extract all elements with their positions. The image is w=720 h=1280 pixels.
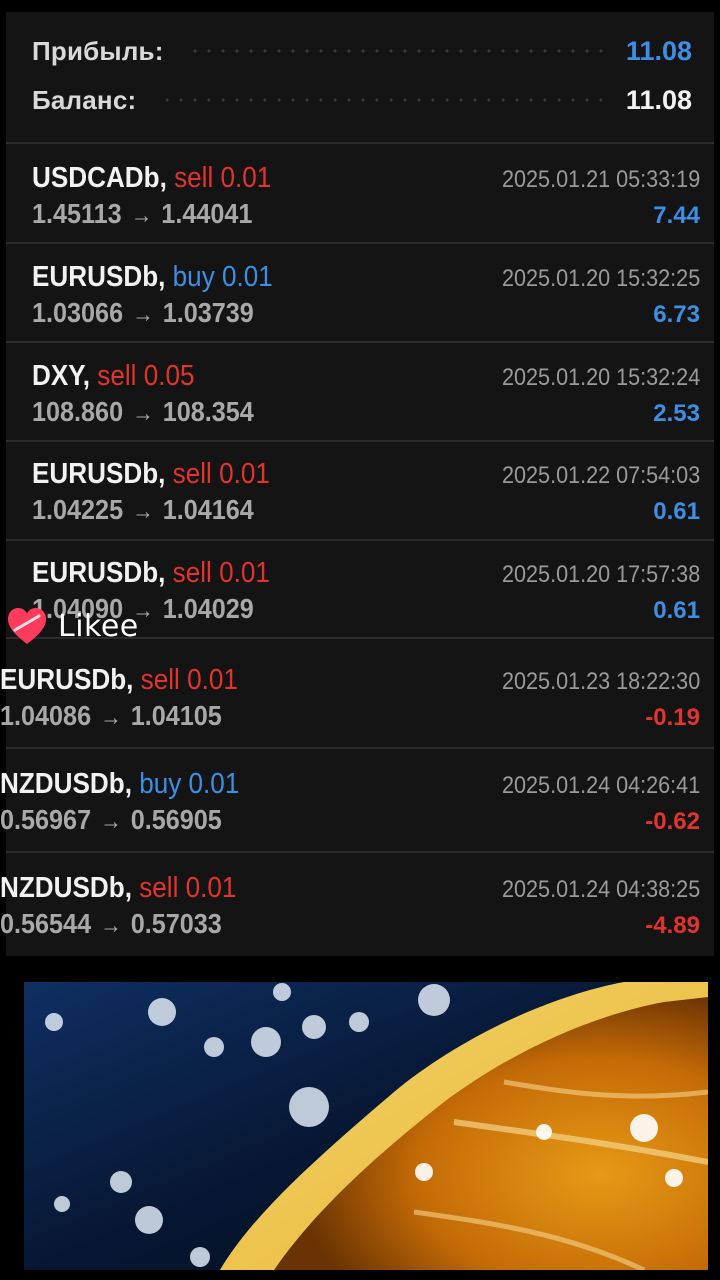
trade-history-screen: Прибыль: 11.08 Баланс: 11.08 USDCADb, se… — [0, 0, 720, 1280]
row-divider — [6, 851, 714, 853]
arrow-right-icon: → — [132, 400, 154, 427]
trade-type: sell 0.01 — [140, 664, 238, 696]
trade-symbol: USDCADb, — [32, 162, 167, 194]
trade-prices: 0.56967 → 0.56905 — [0, 804, 222, 836]
trade-symbol: DXY, — [32, 360, 91, 392]
profit-row: Прибыль: 11.08 — [32, 29, 692, 73]
trade-prices: 0.56544 → 0.57033 — [0, 908, 222, 940]
trade-type: sell 0.05 — [97, 360, 195, 392]
row-divider — [6, 242, 714, 244]
trade-prices: 1.45113 → 1.44041 — [32, 198, 252, 230]
trade-profit: -0.62 — [645, 808, 700, 835]
history-panel: Прибыль: 11.08 Баланс: 11.08 USDCADb, se… — [0, 12, 714, 956]
heart-logo-icon — [6, 606, 48, 646]
balance-row: Баланс: 11.08 — [32, 78, 692, 122]
trade-symbol: EURUSDb, — [32, 458, 166, 490]
likee-watermark: Likee — [6, 606, 139, 646]
open-price: 1.45113 — [32, 198, 122, 229]
arrow-right-icon: → — [132, 498, 154, 525]
trade-symbol-line: EURUSDb, sell 0.01 — [32, 557, 270, 590]
close-price: 0.57033 — [130, 908, 222, 939]
row-divider — [6, 440, 714, 442]
arrow-right-icon: → — [100, 704, 122, 731]
trade-profit: 7.44 — [653, 202, 700, 229]
trade-symbol: NZDUSDb, — [0, 768, 132, 800]
open-price: 1.04225 — [32, 494, 124, 525]
orange-slice-image — [24, 982, 708, 1270]
trade-time: 2025.01.20 17:57:38 — [501, 561, 700, 588]
trade-type: sell 0.01 — [172, 557, 270, 589]
trade-time: 2025.01.21 05:33:19 — [501, 166, 700, 193]
trade-time: 2025.01.22 07:54:03 — [501, 462, 700, 489]
profit-leader-dots — [187, 49, 608, 53]
close-price: 1.03739 — [162, 297, 254, 328]
row-divider — [6, 341, 714, 343]
trade-prices: 1.03066 → 1.03739 — [32, 297, 254, 329]
arrow-right-icon: → — [100, 808, 122, 835]
trade-time: 2025.01.23 18:22:30 — [501, 668, 700, 695]
trade-symbol-line: DXY, sell 0.05 — [32, 360, 195, 393]
trade-profit: 0.61 — [653, 498, 700, 525]
trade-type: buy 0.01 — [172, 261, 273, 293]
trade-symbol-line: NZDUSDb, sell 0.01 — [0, 872, 236, 905]
close-price: 0.56905 — [130, 804, 222, 835]
trade-type: buy 0.01 — [139, 768, 240, 800]
trade-symbol: EURUSDb, — [32, 557, 166, 589]
summary-divider — [6, 142, 714, 144]
trade-profit: -4.89 — [645, 912, 700, 939]
trade-prices: 108.860 → 108.354 — [32, 396, 254, 428]
trade-symbol: EURUSDb, — [32, 261, 166, 293]
trade-type: sell 0.01 — [174, 162, 272, 194]
trade-type: sell 0.01 — [139, 872, 237, 904]
arrow-right-icon: → — [132, 301, 154, 328]
close-price: 1.44041 — [161, 198, 253, 229]
row-divider — [6, 539, 714, 541]
trade-profit: -0.19 — [645, 704, 700, 731]
trade-time: 2025.01.24 04:38:25 — [501, 876, 700, 903]
open-price: 1.03066 — [32, 297, 124, 328]
profit-label: Прибыль: — [32, 35, 164, 66]
close-price: 1.04029 — [162, 593, 254, 624]
close-price: 1.04105 — [130, 700, 222, 731]
trade-symbol: NZDUSDb, — [0, 872, 132, 904]
trade-time: 2025.01.24 04:26:41 — [501, 772, 700, 799]
close-price: 108.354 — [162, 396, 254, 427]
trade-time: 2025.01.20 15:32:24 — [501, 364, 700, 391]
arrow-right-icon: → — [100, 912, 122, 939]
trade-symbol-line: EURUSDb, sell 0.01 — [32, 458, 270, 491]
trade-profit: 6.73 — [653, 301, 700, 328]
balance-label: Баланс: — [32, 84, 137, 115]
open-price: 0.56544 — [0, 908, 92, 939]
watermark-text: Likee — [58, 608, 139, 644]
trade-type: sell 0.01 — [172, 458, 270, 490]
background-video-frame — [24, 982, 708, 1270]
open-price: 0.56967 — [0, 804, 92, 835]
balance-value: 11.08 — [625, 84, 692, 115]
arrow-right-icon: → — [130, 202, 153, 229]
trade-symbol-line: NZDUSDb, buy 0.01 — [0, 768, 239, 801]
trade-symbol: EURUSDb, — [0, 664, 134, 696]
trade-symbol-line: EURUSDb, buy 0.01 — [32, 261, 273, 294]
open-price: 1.04086 — [0, 700, 92, 731]
profit-value: 11.08 — [625, 35, 692, 66]
trade-profit: 2.53 — [653, 400, 700, 427]
trade-time: 2025.01.20 15:32:25 — [501, 265, 700, 292]
row-divider — [6, 747, 714, 749]
open-price: 108.860 — [32, 396, 124, 427]
trade-profit: 0.61 — [653, 597, 700, 624]
trade-symbol-line: EURUSDb, sell 0.01 — [0, 664, 238, 697]
trade-prices: 1.04225 → 1.04164 — [32, 494, 254, 526]
balance-leader-dots — [160, 98, 608, 102]
trade-prices: 1.04086 → 1.04105 — [0, 700, 222, 732]
trade-symbol-line: USDCADb, sell 0.01 — [32, 162, 271, 195]
close-price: 1.04164 — [162, 494, 254, 525]
